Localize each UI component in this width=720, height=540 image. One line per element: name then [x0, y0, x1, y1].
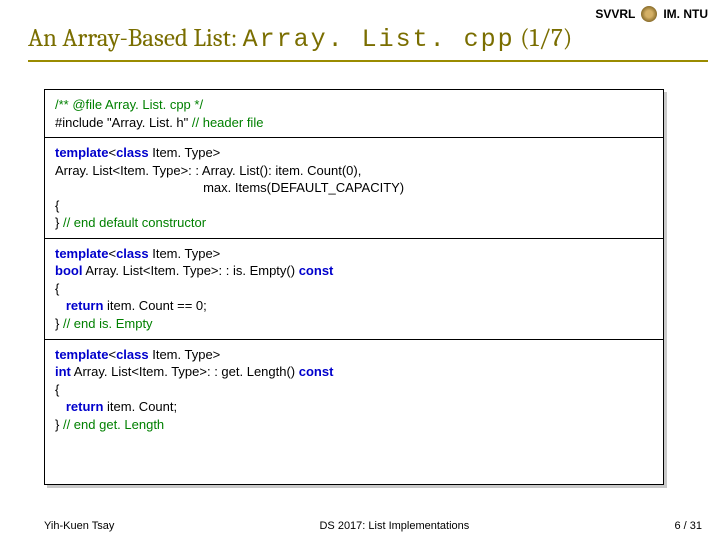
footer-author: Yih-Kuen Tsay	[44, 520, 114, 532]
code-section-2: template<class Item. Type> Array. List<I…	[45, 138, 663, 239]
code-line: max. Items(DEFAULT_CAPACITY)	[55, 179, 653, 197]
code-line: template<class Item. Type>	[55, 144, 653, 162]
code-line: } // end default constructor	[55, 214, 653, 232]
title-container: An Array-Based List: Array. List. cpp (1…	[28, 24, 708, 62]
page-title: An Array-Based List: Array. List. cpp (1…	[28, 24, 708, 54]
footer-page: 6 / 31	[674, 520, 702, 532]
code-section-1: /** @file Array. List. cpp */ #include "…	[45, 90, 663, 138]
code-box: /** @file Array. List. cpp */ #include "…	[44, 89, 664, 485]
title-suffix: (1/7)	[515, 24, 573, 53]
code-line: return item. Count;	[55, 398, 653, 416]
footer-course: DS 2017: List Implementations	[319, 520, 469, 532]
title-mono: Array. List. cpp	[243, 25, 515, 54]
code-line: bool Array. List<Item. Type>: : is. Empt…	[55, 262, 653, 280]
code-line: #include "Array. List. h" // header file	[55, 114, 653, 132]
code-line: return item. Count == 0;	[55, 297, 653, 315]
code-line: {	[55, 197, 653, 215]
code-section-4: template<class Item. Type> int Array. Li…	[45, 340, 663, 440]
code-line: {	[55, 280, 653, 298]
footer: Yih-Kuen Tsay DS 2017: List Implementati…	[44, 520, 702, 532]
header-right: IM. NTU	[663, 7, 708, 21]
code-line: template<class Item. Type>	[55, 346, 653, 364]
header-brand: SVVRL IM. NTU	[595, 6, 708, 22]
logo-icon	[641, 6, 657, 22]
code-line: /** @file Array. List. cpp */	[55, 96, 653, 114]
header-left: SVVRL	[595, 7, 635, 21]
code-line: int Array. List<Item. Type>: : get. Leng…	[55, 363, 653, 381]
code-line: } // end is. Empty	[55, 315, 653, 333]
code-line: Array. List<Item. Type>: : Array. List()…	[55, 162, 653, 180]
title-prefix: An Array-Based List:	[28, 24, 243, 53]
code-section-3: template<class Item. Type> bool Array. L…	[45, 239, 663, 340]
code-line: template<class Item. Type>	[55, 245, 653, 263]
code-line: } // end get. Length	[55, 416, 653, 434]
code-line: {	[55, 381, 653, 399]
